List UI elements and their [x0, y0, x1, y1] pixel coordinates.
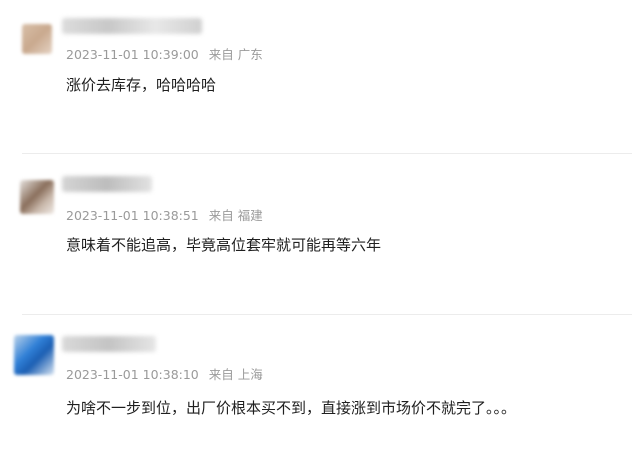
avatar[interactable]: [14, 335, 54, 375]
comment-location: 广东: [237, 47, 263, 62]
comment-time: 2023-11-01 10:38:10: [66, 367, 199, 382]
comment-meta: 2023-11-01 10:38:10 来自 上海: [66, 364, 263, 383]
comment-item: 2023-11-01 10:39:00 来自 广东 涨价去库存，哈哈哈哈: [0, 0, 632, 150]
comment-item: 2023-11-01 10:38:51 来自 福建 意味着不能追高，毕竟高位套牢就可…: [0, 154, 632, 314]
source-prefix: 来自: [208, 47, 234, 62]
comment-text: 为啥不一步到位，出厂价根本买不到，直接涨到市场价不就完了。。。: [66, 399, 517, 417]
comment-time: 2023-11-01 10:39:00: [66, 47, 199, 62]
username-blurred[interactable]: [62, 18, 202, 34]
comment-time: 2023-11-01 10:38:51: [66, 208, 199, 223]
username-blurred[interactable]: [62, 176, 152, 192]
avatar[interactable]: [22, 24, 52, 54]
comment-meta: 2023-11-01 10:38:51 来自 福建: [66, 205, 263, 224]
comment-location: 上海: [237, 367, 263, 382]
comment-item: 2023-11-01 10:38:10 来自 上海 为啥不一步到位，出厂价根本买不到…: [0, 315, 632, 470]
source-prefix: 来自: [208, 367, 234, 382]
avatar[interactable]: [20, 180, 54, 214]
comment-meta: 2023-11-01 10:39:00 来自 广东: [66, 44, 263, 63]
comment-text: 涨价去库存，哈哈哈哈: [66, 76, 217, 94]
comment-location: 福建: [237, 208, 263, 223]
comment-text: 意味着不能追高，毕竟高位套牢就可能再等六年: [66, 236, 382, 254]
username-blurred[interactable]: [62, 336, 156, 352]
source-prefix: 来自: [208, 208, 234, 223]
